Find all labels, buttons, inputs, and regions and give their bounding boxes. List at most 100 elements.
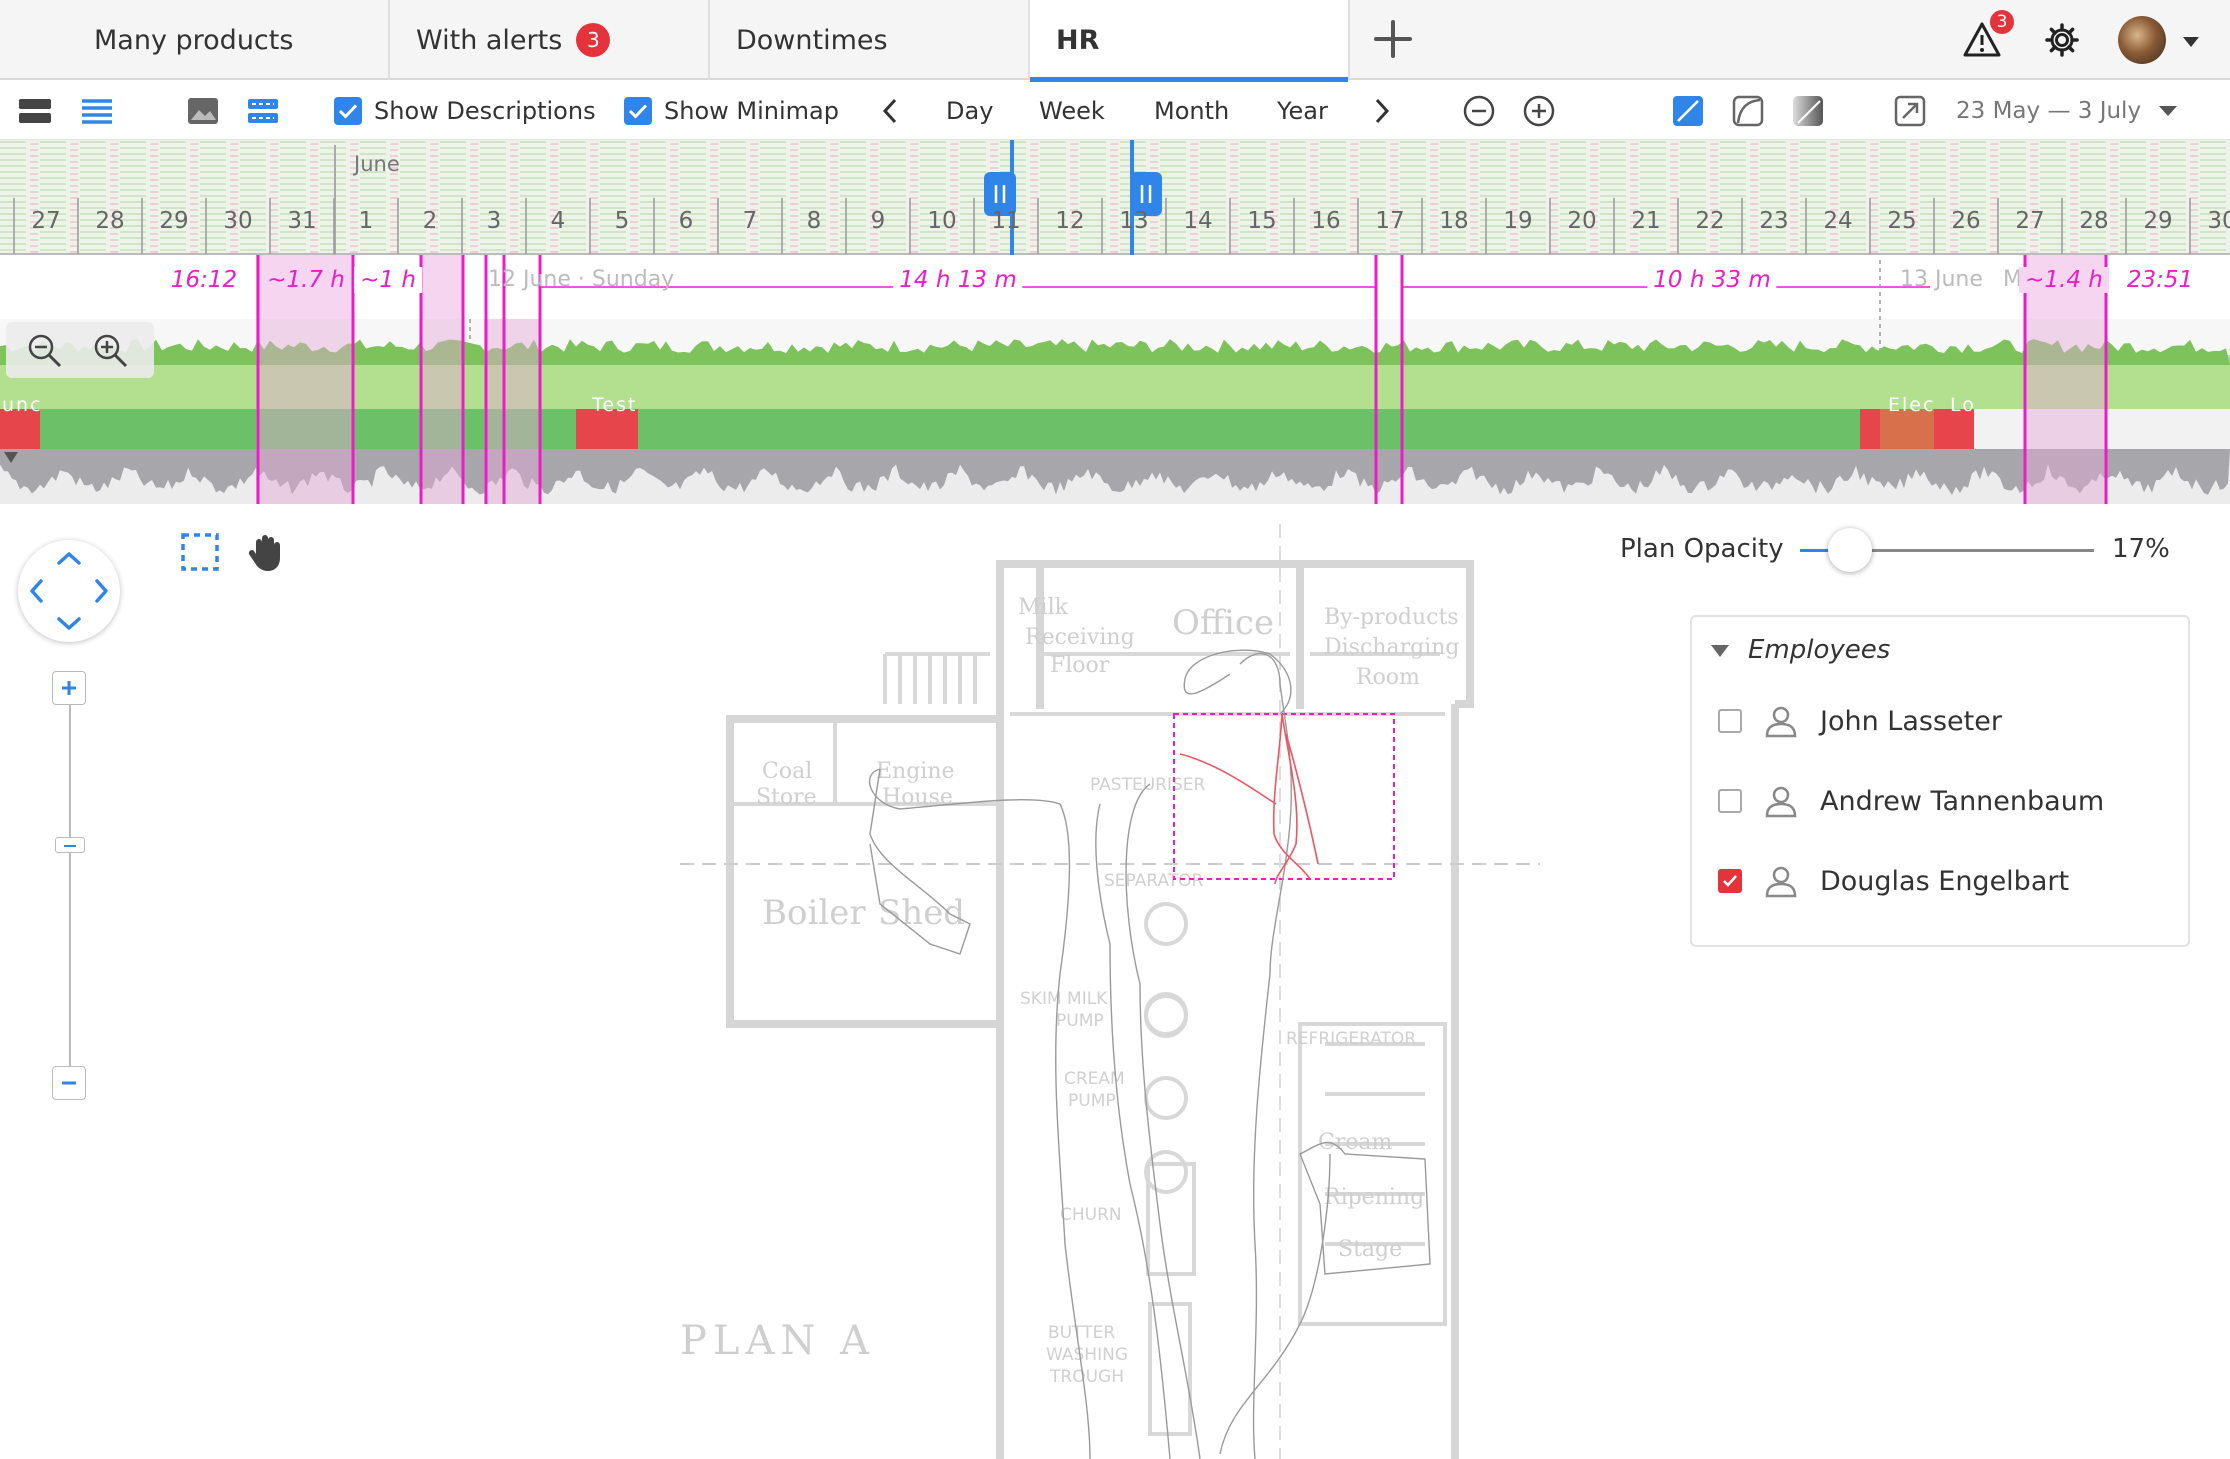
day-tick-label: 30 bbox=[223, 208, 253, 234]
svg-text:Floor: Floor bbox=[1050, 653, 1110, 678]
date-range-label[interactable]: 23 May — 3 July bbox=[1956, 82, 2141, 140]
period-day-button[interactable]: Day bbox=[946, 82, 993, 140]
collapse-triangle-icon[interactable] bbox=[1710, 643, 1730, 662]
day-tick-label: 8 bbox=[806, 208, 822, 234]
pan-navigator[interactable] bbox=[18, 540, 120, 642]
show-descriptions-toggle[interactable]: Show Descriptions bbox=[334, 82, 596, 140]
svg-text:Boiler: Boiler bbox=[762, 893, 866, 933]
employee-checkbox[interactable] bbox=[1718, 789, 1742, 813]
employee-checkbox[interactable] bbox=[1718, 709, 1742, 733]
zoom-slider-track[interactable] bbox=[69, 680, 71, 1090]
zoom-in-icon[interactable] bbox=[1522, 82, 1556, 140]
chevron-down-icon[interactable] bbox=[2182, 33, 2200, 52]
day-tick-label: 26 bbox=[1951, 208, 1981, 234]
employee-item[interactable]: John Lasseter bbox=[1718, 701, 2002, 741]
timeline[interactable]: June 27 28 29 30 31 1 2 3 4 5 6 7 8 9 10 11 12 13 14 15 16 17… bbox=[0, 140, 2230, 504]
list-view-icon[interactable] bbox=[80, 82, 114, 140]
zoom-slider-thumb[interactable] bbox=[55, 837, 85, 853]
svg-text:Engine: Engine bbox=[876, 759, 955, 784]
plan-opacity-label: Plan Opacity bbox=[1620, 534, 1784, 564]
image-view-icon[interactable] bbox=[186, 82, 220, 140]
day-tick-label: 12 bbox=[1055, 208, 1085, 234]
toolbar: Show Descriptions Show Minimap Day Week … bbox=[0, 82, 2230, 140]
period-month-button[interactable]: Month bbox=[1154, 82, 1229, 140]
svg-text:TROUGH: TROUGH bbox=[1049, 1367, 1124, 1387]
tab-downtimes[interactable]: Downtimes bbox=[710, 0, 1030, 80]
zoom-in-magnifier-icon[interactable] bbox=[92, 332, 130, 374]
day-tick-label: 15 bbox=[1247, 208, 1277, 234]
employees-panel: Employees John Lasseter Andrew Tannenbau… bbox=[1690, 615, 2190, 947]
prev-period-chevron-icon[interactable] bbox=[880, 82, 900, 140]
timeline-zoom-tools bbox=[6, 322, 154, 378]
minimap-heatmap[interactable] bbox=[0, 140, 2230, 255]
day-tick-label: 24 bbox=[1823, 208, 1853, 234]
zoom-in-button[interactable] bbox=[52, 671, 86, 705]
zoom-out-icon[interactable] bbox=[1462, 82, 1496, 140]
add-tab-icon[interactable] bbox=[1370, 16, 1416, 62]
employee-item[interactable]: Douglas Engelbart bbox=[1718, 861, 2069, 901]
person-icon bbox=[1765, 706, 1797, 738]
day-tick-label: 17 bbox=[1375, 208, 1405, 234]
gradient-fill-icon[interactable] bbox=[1792, 82, 1824, 140]
day-tick-label: 1 bbox=[358, 208, 374, 234]
show-minimap-toggle[interactable]: Show Minimap bbox=[624, 82, 839, 140]
show-minimap-label: Show Minimap bbox=[664, 97, 839, 125]
segment-label[interactable]: 10 h 33 m bbox=[1647, 267, 1777, 293]
segment-label[interactable]: ~1 h bbox=[354, 267, 422, 293]
employee-checkbox-checked[interactable] bbox=[1718, 869, 1742, 893]
date-marker-label: 12 June · Sunday bbox=[488, 267, 675, 292]
layers-view-icon[interactable] bbox=[246, 82, 280, 140]
pan-left-icon bbox=[30, 579, 43, 603]
svg-text:SKIM MILK: SKIM MILK bbox=[1020, 989, 1108, 1009]
person-icon bbox=[1765, 786, 1797, 818]
state-label: unc bbox=[2, 394, 43, 416]
show-descriptions-label: Show Descriptions bbox=[374, 97, 596, 125]
compact-view-icon[interactable] bbox=[18, 82, 52, 140]
tab-many-products[interactable]: Many products bbox=[68, 0, 390, 80]
avatar[interactable] bbox=[2118, 16, 2166, 64]
smooth-curve-icon[interactable] bbox=[1732, 82, 1764, 140]
month-label: June bbox=[354, 152, 400, 176]
linear-curve-icon[interactable] bbox=[1672, 82, 1704, 140]
segment-label[interactable]: ~1.4 h bbox=[2019, 267, 2109, 293]
tab-hr[interactable]: HR bbox=[1030, 0, 1350, 82]
checkbox-checked-icon[interactable] bbox=[334, 97, 362, 125]
day-tick-label: 13 bbox=[1119, 208, 1149, 234]
svg-text:WASHING: WASHING bbox=[1046, 1345, 1128, 1365]
tab-bar: Many products With alerts 3 Downtimes HR… bbox=[0, 0, 2230, 82]
range-dropdown-icon[interactable] bbox=[2158, 82, 2178, 140]
hand-pan-icon[interactable] bbox=[244, 530, 288, 574]
svg-text:House: House bbox=[882, 785, 953, 810]
segment-label[interactable]: 16:12 bbox=[164, 267, 244, 293]
zoom-out-button[interactable] bbox=[52, 1066, 86, 1100]
svg-text:PUMP: PUMP bbox=[1056, 1011, 1104, 1031]
person-icon bbox=[1765, 866, 1797, 898]
pan-down-icon bbox=[57, 617, 81, 630]
expand-range-icon[interactable] bbox=[1894, 82, 1926, 140]
rectangle-select-icon[interactable] bbox=[178, 530, 222, 574]
gear-icon[interactable] bbox=[2044, 22, 2080, 62]
state-label: Test bbox=[592, 394, 638, 416]
zoom-out-magnifier-icon[interactable] bbox=[26, 332, 64, 374]
plan-opacity-thumb[interactable] bbox=[1827, 528, 1872, 572]
day-tick-label: 29 bbox=[159, 208, 189, 234]
svg-text:Discharging: Discharging bbox=[1324, 635, 1459, 660]
plan-area[interactable]: Milk Receiving Floor Office By-products … bbox=[0, 504, 2230, 1459]
day-tick-label: 10 bbox=[927, 208, 957, 234]
segment-label[interactable]: 14 h 13 m bbox=[893, 267, 1023, 293]
day-tick-label: 25 bbox=[1887, 208, 1917, 234]
svg-text:PUMP: PUMP bbox=[1068, 1091, 1116, 1111]
next-period-chevron-icon[interactable] bbox=[1372, 82, 1392, 140]
period-week-button[interactable]: Week bbox=[1039, 82, 1105, 140]
segment-label[interactable]: 23:51 bbox=[2120, 267, 2200, 293]
employee-item[interactable]: Andrew Tannenbaum bbox=[1718, 781, 2104, 821]
plan-opacity-slider[interactable] bbox=[1800, 528, 2094, 572]
selection-box[interactable] bbox=[1173, 713, 1395, 880]
svg-text:Room: Room bbox=[1356, 665, 1420, 690]
period-year-button[interactable]: Year bbox=[1277, 82, 1328, 140]
checkbox-checked-icon[interactable] bbox=[624, 97, 652, 125]
day-tick-label: 5 bbox=[614, 208, 630, 234]
tab-with-alerts[interactable]: With alerts 3 bbox=[390, 0, 710, 80]
svg-text:Store: Store bbox=[756, 785, 817, 810]
segment-label[interactable]: ~1.7 h bbox=[261, 267, 351, 293]
